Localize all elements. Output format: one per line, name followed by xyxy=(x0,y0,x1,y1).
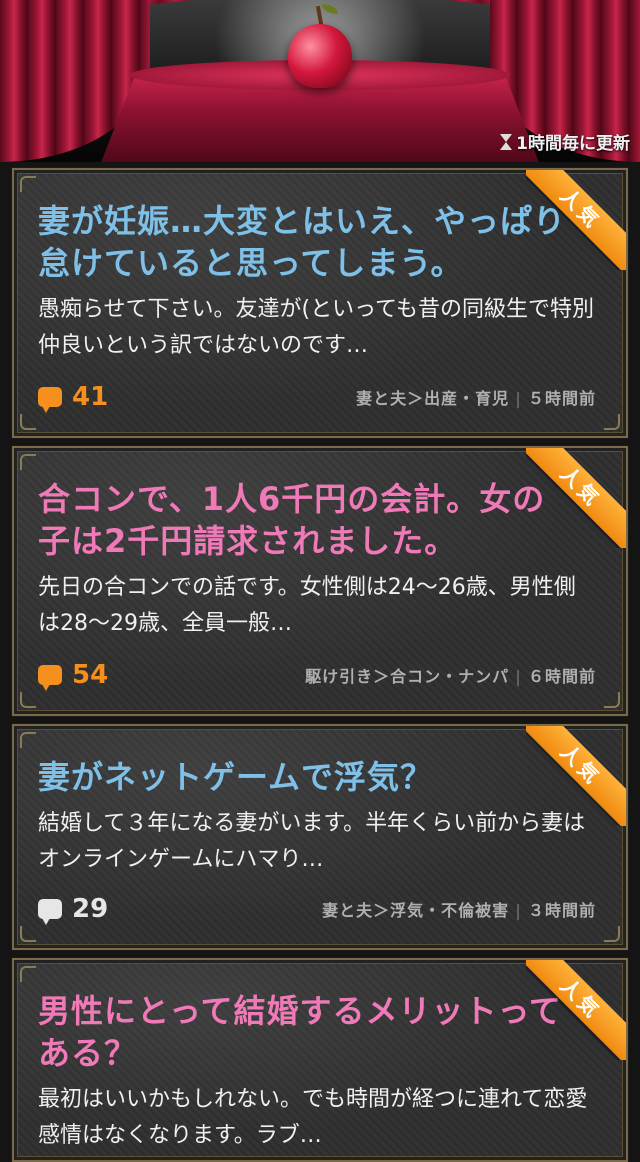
update-text: 1時間毎に更新 xyxy=(516,134,630,154)
post-category: 妻と夫＞出産・育児 xyxy=(356,389,510,408)
post-time: ５時間前 xyxy=(527,389,596,408)
apple-logo xyxy=(288,24,352,88)
post-snippet: 愚痴らせて下さい。友達が(といっても昔の同級生で特別仲良いという訳ではないのです… xyxy=(38,297,594,358)
popular-badge: 人気 xyxy=(526,960,626,1060)
ornament-corner xyxy=(604,414,620,430)
ornament-corner xyxy=(20,176,36,192)
hourglass-icon xyxy=(500,133,513,150)
ornament-corner xyxy=(20,926,36,942)
post-card[interactable]: 人気 妻が妊娠…大変とはいえ、やっぱり怠けていると思ってしまう。 愚痴らせて下さ… xyxy=(11,167,629,439)
comment-bubble-icon xyxy=(38,665,62,691)
comment-count-value: 54 xyxy=(72,660,109,690)
popular-badge: 人気 xyxy=(526,448,626,548)
popular-badge-label: 人気 xyxy=(526,170,626,270)
comment-count-value: 41 xyxy=(72,382,109,412)
post-category: 妻と夫＞浮気・不倫被害 xyxy=(322,901,510,920)
post-time: ３時間前 xyxy=(527,901,596,920)
ornament-corner xyxy=(604,926,620,942)
separator: | xyxy=(515,901,522,920)
separator: | xyxy=(515,389,522,408)
post-card[interactable]: 人気 妻がネットゲームで浮気？ 結婚して３年になる妻がいます。半年くらい前から妻… xyxy=(11,723,629,951)
post-meta: 29 妻と夫＞浮気・不倫被害 | ３時間前 xyxy=(38,894,596,925)
post-meta: 41 妻と夫＞出産・育児 | ５時間前 xyxy=(38,382,596,413)
popular-badge-label: 人気 xyxy=(526,960,626,1060)
apple-leaf xyxy=(322,4,338,14)
post-meta: 54 駆け引き＞合コン・ナンパ | ６時間前 xyxy=(38,660,596,691)
ornament-corner xyxy=(20,966,36,982)
post-card[interactable]: 人気 男性にとって結婚するメリットってある？ 最初はいいかもしれない。でも時間が… xyxy=(11,957,629,1162)
popular-badge: 人気 xyxy=(526,726,626,826)
header-stage: 1時間毎に更新 xyxy=(0,0,640,162)
post-category-time: 駆け引き＞合コン・ナンパ | ６時間前 xyxy=(305,663,596,687)
popular-badge-label: 人気 xyxy=(526,448,626,548)
post-card[interactable]: 人気 合コンで、1人6千円の会計。女の子は2千円請求されました。 先日の合コンで… xyxy=(11,445,629,717)
ornament-corner xyxy=(20,692,36,708)
comment-bubble-icon xyxy=(38,387,62,413)
separator: | xyxy=(515,667,522,686)
post-category-time: 妻と夫＞浮気・不倫被害 | ３時間前 xyxy=(322,897,596,921)
ornament-corner xyxy=(20,414,36,430)
comment-count: 54 xyxy=(38,660,109,691)
popular-badge-label: 人気 xyxy=(526,726,626,826)
popular-badge: 人気 xyxy=(526,170,626,270)
ornament-corner xyxy=(20,732,36,748)
ornament-corner xyxy=(20,454,36,470)
ornament-corner xyxy=(604,692,620,708)
comment-count-value: 29 xyxy=(72,894,109,924)
post-list: 人気 妻が妊娠…大変とはいえ、やっぱり怠けていると思ってしまう。 愚痴らせて下さ… xyxy=(0,162,640,1162)
post-snippet: 先日の合コンでの話です。女性側は24〜26歳、男性側は28〜29歳、全員一般… xyxy=(38,575,576,636)
post-category: 駆け引き＞合コン・ナンパ xyxy=(305,667,510,686)
post-category-time: 妻と夫＞出産・育児 | ５時間前 xyxy=(356,385,596,409)
post-snippet: 最初はいいかもしれない。でも時間が経つに連れて恋愛感情はなくなります。ラブ… xyxy=(38,1087,588,1148)
comment-count: 41 xyxy=(38,382,109,413)
update-notice: 1時間毎に更新 xyxy=(500,129,630,154)
comment-count: 29 xyxy=(38,894,109,925)
post-time: ６時間前 xyxy=(527,667,596,686)
comment-bubble-icon xyxy=(38,899,62,925)
